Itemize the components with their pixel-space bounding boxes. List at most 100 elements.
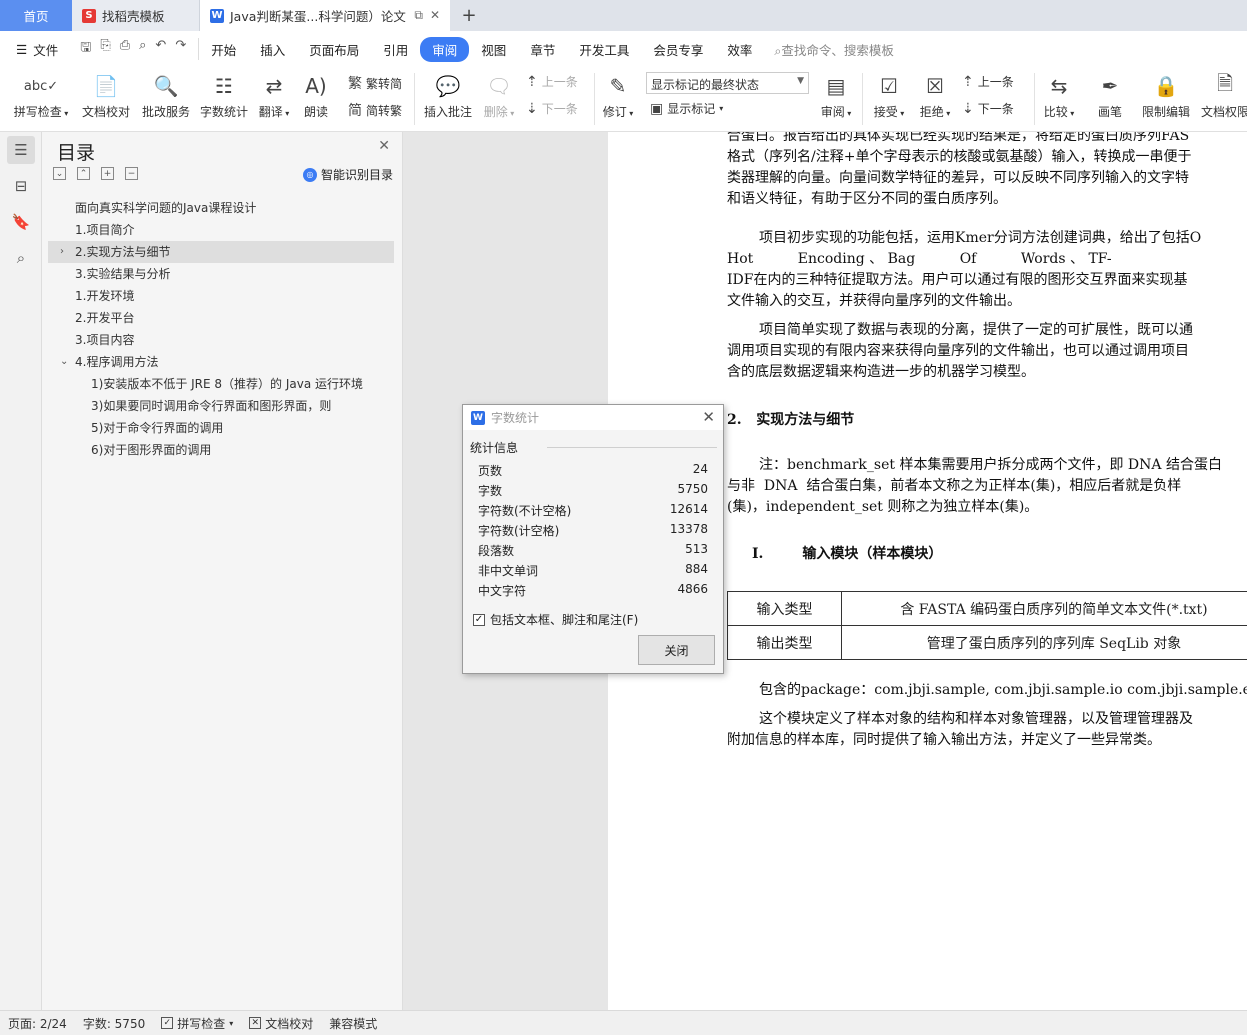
trad-to-simp-button[interactable]: 繁繁转简 bbox=[348, 73, 402, 93]
smart-toc-button[interactable]: ◎ 智能识别目录 bbox=[302, 166, 393, 183]
insert-comment-button[interactable]: 💬 插入批注 bbox=[422, 71, 474, 120]
tab-detach-icon[interactable]: ⧉ bbox=[414, 8, 423, 23]
tab-document[interactable]: W Java判断某蛋...科学问题）论文 ⧉ ✕ bbox=[200, 0, 450, 31]
chevron-down-icon[interactable]: ⌄ bbox=[60, 351, 68, 373]
word-count-button[interactable]: ☷ 字数统计 bbox=[198, 71, 250, 120]
chapter-nav-icon[interactable]: ⊟ bbox=[7, 172, 35, 200]
new-tab-button[interactable]: + bbox=[450, 0, 488, 31]
close-button[interactable]: 关闭 bbox=[638, 635, 715, 665]
paragraph-module: 这个模块定义了样本对象的结构和样本对象管理器，以及管理管理器及 附加信息的样本库… bbox=[727, 709, 1247, 751]
menu-chapter[interactable]: 章节 bbox=[518, 40, 567, 59]
expand-all-icon[interactable]: ⌄ bbox=[53, 167, 66, 180]
restrict-edit-button[interactable]: 🔒 限制编辑 bbox=[1140, 71, 1192, 120]
menu-start[interactable]: 开始 bbox=[199, 40, 248, 59]
print-icon[interactable]: ⎙ bbox=[120, 38, 130, 60]
track-changes-button[interactable]: ✎ 修订 ▾ bbox=[600, 71, 636, 120]
stat-row: 字符数(计空格) 13378 bbox=[478, 522, 708, 542]
close-icon[interactable]: ✕ bbox=[378, 138, 390, 154]
simp-to-trad-icon: 简 bbox=[348, 103, 362, 119]
toc-item[interactable]: 6)对于图形界面的调用 bbox=[48, 439, 394, 461]
toc-item[interactable]: 5)对于命令行界面的调用 bbox=[48, 417, 394, 439]
dialog-titlebar[interactable]: W 字数统计 ✕ bbox=[463, 405, 723, 430]
pen-button[interactable]: ✒ 画笔 bbox=[1092, 71, 1128, 120]
toc-item[interactable]: 3.项目内容 bbox=[48, 329, 394, 351]
next-change-icon: ⇣ bbox=[962, 100, 974, 117]
add-heading-icon[interactable]: + bbox=[101, 167, 114, 180]
toc-item[interactable]: 1.开发环境 bbox=[48, 285, 394, 307]
redo-icon[interactable]: ↷ bbox=[175, 38, 186, 60]
include-textbox-checkbox[interactable]: ✓ 包括文本框、脚注和尾注(F) bbox=[473, 611, 638, 628]
next-comment-button[interactable]: ⇣ 下一条 bbox=[526, 100, 578, 117]
chevron-right-icon[interactable]: › bbox=[60, 241, 64, 263]
collapse-all-icon[interactable]: ⌃ bbox=[77, 167, 90, 180]
prev-comment-button[interactable]: ⇡ 上一条 bbox=[526, 73, 578, 90]
text-line: 类器理解的向量。向量间数学特征的差异，可以反映不同序列输入的文字特 bbox=[727, 170, 1189, 186]
translate-button[interactable]: ⇄ 翻译 ▾ bbox=[256, 71, 292, 120]
accept-button[interactable]: ☑ 接受 ▾ bbox=[870, 71, 908, 120]
toc-item-selected[interactable]: › 2.实现方法与细节 bbox=[48, 241, 394, 263]
next-change-button[interactable]: ⇣ 下一条 bbox=[962, 100, 1014, 117]
show-markup-label: 显示标记 bbox=[667, 102, 716, 116]
menu-review[interactable]: 审阅 bbox=[420, 36, 470, 62]
accept-icon: ☑ bbox=[880, 74, 898, 98]
text-line: 这个模块定义了样本对象的结构和样本对象管理器，以及管理管理器及 bbox=[759, 711, 1193, 727]
doc-proof-toggle[interactable]: ✕ 文档校对 bbox=[241, 1015, 321, 1032]
bookmark-icon[interactable]: 🔖 bbox=[7, 208, 35, 236]
tab-template[interactable]: S 找稻壳模板 bbox=[72, 0, 200, 31]
remove-heading-icon[interactable]: − bbox=[125, 167, 138, 180]
show-markup-button[interactable]: ▣ 显示标记 ▾ bbox=[650, 100, 723, 117]
spell-check-status-label: 拼写检查 bbox=[177, 1016, 226, 1031]
compare-button[interactable]: ⇆ 比较 ▾ bbox=[1040, 71, 1078, 120]
undo-icon[interactable]: ↶ bbox=[155, 38, 166, 60]
toc-item[interactable]: 面向真实科学问题的Java课程设计 bbox=[48, 197, 394, 219]
batch-service-button[interactable]: 🔍 批改服务 bbox=[140, 71, 192, 120]
simp-to-trad-button[interactable]: 简简转繁 bbox=[348, 100, 402, 120]
paragraph-intro: 合蛋白。报告给出的具体实现已经实现的结果是，将给定的蛋白质序列FAS 格式（序列… bbox=[727, 132, 1247, 210]
toc-item[interactable]: 3.实验结果与分析 bbox=[48, 263, 394, 285]
review-pane-button[interactable]: ▤ 审阅 ▾ bbox=[816, 71, 856, 120]
doc-permission-button[interactable]: 🗎 文档权限 bbox=[1200, 71, 1247, 120]
word-count-indicator[interactable]: 字数: 5750 bbox=[75, 1015, 153, 1032]
toc-item[interactable]: 1.项目简介 bbox=[48, 219, 394, 241]
delete-comment-button[interactable]: 🗨 删除 ▾ bbox=[480, 71, 518, 120]
toc-icon[interactable]: ☰ bbox=[7, 136, 35, 164]
read-aloud-button[interactable]: A) 朗读 bbox=[300, 71, 332, 120]
menu-member[interactable]: 会员专享 bbox=[641, 40, 715, 59]
save-icon[interactable]: 🖫 bbox=[80, 38, 91, 60]
page-indicator[interactable]: 页面: 2/24 bbox=[0, 1015, 75, 1032]
markup-state-select[interactable]: 显示标记的最终状态 ▼ bbox=[646, 72, 809, 94]
menu-view[interactable]: 视图 bbox=[469, 40, 518, 59]
text-line: 包含的package：com.jbji.sample, com.jbji.sam… bbox=[759, 682, 1247, 698]
print-preview-icon[interactable]: ⌕ bbox=[139, 38, 146, 60]
prev-change-button[interactable]: ⇡ 上一条 bbox=[962, 73, 1014, 90]
review-pane-icon: ▤ bbox=[826, 74, 846, 98]
command-search[interactable]: ⌕查找命令、搜索模板 bbox=[774, 40, 894, 59]
menu-insert[interactable]: 插入 bbox=[248, 40, 297, 59]
menu-references[interactable]: 引用 bbox=[371, 40, 420, 59]
text-line: 格式（序列名/注释+单个字母表示的核酸或氨基酸）输入，转换成一串便于 bbox=[727, 149, 1192, 165]
file-menu[interactable]: ☰ 文件 bbox=[0, 40, 68, 59]
toc-item[interactable]: 1)安装版本不低于 JRE 8（推荐）的 Java 运行环境 bbox=[48, 373, 394, 395]
tab-template-label: 找稻壳模板 bbox=[102, 9, 165, 24]
stat-label: 字数 bbox=[478, 484, 503, 498]
toc-item-label: 1.开发环境 bbox=[75, 289, 135, 303]
tab-document-label: Java判断某蛋...科学问题）论文 bbox=[230, 9, 406, 24]
stats-group-label: 统计信息 bbox=[470, 441, 519, 455]
spell-check-button[interactable]: abc✓ 拼写检查 ▾ bbox=[12, 71, 70, 120]
ribbon-divider bbox=[862, 73, 863, 125]
reject-button[interactable]: ☒ 拒绝 ▾ bbox=[916, 71, 954, 120]
find-icon[interactable]: ⌕ bbox=[7, 244, 35, 272]
toc-item[interactable]: 2.开发平台 bbox=[48, 307, 394, 329]
tab-home[interactable]: 首页 bbox=[0, 0, 72, 31]
menu-layout[interactable]: 页面布局 bbox=[297, 40, 371, 59]
doc-proof-button[interactable]: 📄 文档校对 bbox=[80, 71, 132, 120]
close-icon[interactable]: ✕ bbox=[702, 408, 715, 426]
menu-efficiency[interactable]: 效率 bbox=[715, 40, 764, 59]
tab-close-icon[interactable]: ✕ bbox=[430, 8, 440, 23]
menu-developer[interactable]: 开发工具 bbox=[567, 40, 641, 59]
toc-item[interactable]: ⌄ 4.程序调用方法 bbox=[48, 351, 394, 373]
file-menu-label: 文件 bbox=[33, 42, 59, 58]
export-pdf-icon[interactable]: ⎘ bbox=[100, 38, 110, 60]
toc-item[interactable]: 3)如果要同时调用命令行界面和图形界面，则 bbox=[48, 395, 394, 417]
spell-check-toggle[interactable]: ✓ 拼写检查 ▾ bbox=[153, 1015, 241, 1032]
